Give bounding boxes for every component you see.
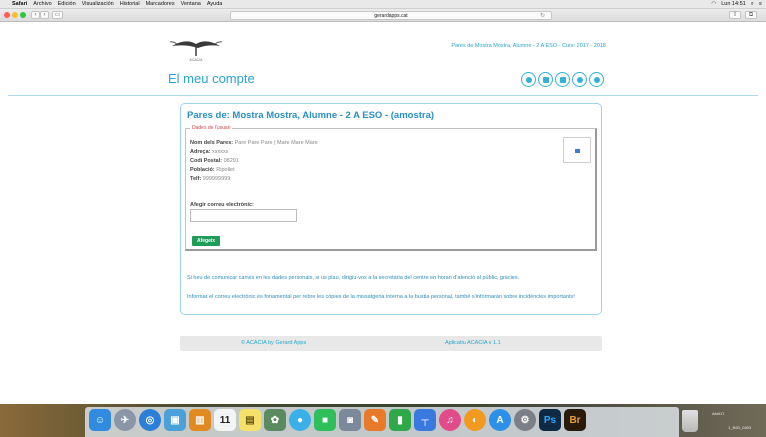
mail-icon[interactable] (538, 72, 553, 87)
keynote-icon[interactable]: ┬ (414, 409, 436, 431)
field-address: Adreça: xxxxxx (190, 149, 229, 155)
photo-placeholder-icon (575, 149, 580, 153)
preview-icon[interactable]: ▣ (164, 409, 186, 431)
header-nav-icons (521, 72, 604, 87)
calendar-icon[interactable]: 11 (214, 409, 236, 431)
dock-apps: ☺ ✈ ◎ ▣ ▥ 11 ▤ ✿ ● ■ ◙ ✎ ▮ ┬ ♫ ◐ A ⚙ Ps Br (89, 409, 586, 431)
finder-icon[interactable]: ☺ (89, 409, 111, 431)
pages-icon[interactable]: ✎ (364, 409, 386, 431)
user-photo (563, 137, 591, 163)
reload-icon[interactable]: ↻ (540, 12, 545, 20)
menu-item-ayuda[interactable]: Ayuda (207, 0, 223, 9)
email-input[interactable] (190, 209, 297, 222)
field-phone: Telf: 999999999 (190, 176, 231, 182)
user-course-info: Pares de Mostra Mostra, Alumne - 2 A ESO… (451, 43, 606, 49)
sidebar-icon[interactable]: ▭ (52, 11, 63, 19)
user-data-fieldset: Dades de l'usuari Nom dels Pares: Pare P… (185, 125, 597, 251)
clock[interactable]: Lun 14:51 (721, 0, 745, 9)
header-divider (8, 95, 758, 96)
back-button[interactable]: ‹ (31, 11, 40, 19)
notice-personal-data: Si heu de comunicar canvis en les dades … (187, 275, 520, 281)
menu-item-marcadores[interactable]: Marcadores (146, 0, 175, 9)
trash-icon[interactable] (682, 410, 698, 432)
books-icon[interactable]: ▥ (189, 409, 211, 431)
card-title: Pares de: Mostra Mostra, Alumne - 2 A ES… (187, 110, 435, 121)
add-email-button[interactable]: Afegeix (192, 236, 220, 246)
desktop-file-label: 1_IMG_0403 (728, 425, 752, 430)
system-preferences-icon[interactable]: ⚙ (514, 409, 536, 431)
menu-item-safari[interactable]: Safari (12, 0, 27, 9)
facetime-icon[interactable]: ■ (314, 409, 336, 431)
numbers-icon[interactable]: ▮ (389, 409, 411, 431)
bridge-icon[interactable]: Br (564, 409, 586, 431)
desktop-item[interactable]: Abril17 1_IMG_0403 (712, 411, 762, 430)
desktop-folder-label: Abril17 (712, 411, 725, 416)
zoom-window-button[interactable] (20, 12, 26, 18)
footer-app-version[interactable]: Aplicatiu ACACIA v 1.1 (445, 340, 501, 346)
address-bar[interactable]: gerardapps.cat ↻ (230, 11, 552, 20)
home-icon[interactable] (521, 72, 536, 87)
fieldset-legend: Dades de l'usuari (190, 125, 233, 131)
footer-copyright[interactable]: © ACACIA by Gerard Apps (241, 340, 306, 346)
app-store-icon[interactable]: A (489, 409, 511, 431)
logout-icon[interactable] (589, 72, 604, 87)
safari-icon[interactable]: ◎ (139, 409, 161, 431)
launchpad-icon[interactable]: ✈ (114, 409, 136, 431)
photoshop-icon[interactable]: Ps (539, 409, 561, 431)
calendar-icon[interactable] (555, 72, 570, 87)
logo-text: ACACIA (189, 58, 203, 62)
field-parents: Nom dels Pares: Pare Pare Pare | Mare Ma… (190, 140, 318, 146)
notice-email-importance: Informar el correu electrònic és fonamen… (187, 294, 575, 300)
field-town: Població: Ripollet (190, 167, 235, 173)
itunes-icon[interactable]: ♫ (439, 409, 461, 431)
notes-icon[interactable]: ▤ (239, 409, 261, 431)
menu-extras: ◠ Lun 14:51 ⌕ ≡ (711, 0, 762, 9)
ibooks-icon[interactable]: ◐ (464, 409, 486, 431)
url-text: gerardapps.cat (374, 13, 408, 19)
tabs-overview-icon[interactable]: ⧉ (745, 11, 757, 19)
menu-item-archivo[interactable]: Archivo (33, 0, 51, 9)
macos-menu-bar: Safari Archivo Edición Visualización His… (0, 0, 766, 9)
forward-button[interactable]: › (40, 11, 49, 19)
field-postal-code: Codi Postal: 08291 (190, 158, 239, 164)
spotlight-icon[interactable]: ⌕ (751, 0, 754, 9)
user-icon[interactable] (572, 72, 587, 87)
messages-icon[interactable]: ● (289, 409, 311, 431)
page-title: El meu compte (168, 71, 255, 86)
user-data-card: Pares de: Mostra Mostra, Alumne - 2 A ES… (180, 103, 602, 315)
acacia-logo: ACACIA (169, 41, 223, 62)
safari-toolbar: ‹ › ▭ gerardapps.cat ↻ ⇧ ⧉ (0, 9, 766, 22)
menu-item-ventana[interactable]: Ventana (181, 0, 201, 9)
photos-app-icon[interactable]: ✿ (264, 409, 286, 431)
image-capture-icon[interactable]: ◙ (339, 409, 361, 431)
menu-item-visualizacion[interactable]: Visualización (82, 0, 114, 9)
menu-item-edicion[interactable]: Edición (58, 0, 76, 9)
page-footer: © ACACIA by Gerard Apps Aplicatiu ACACIA… (180, 336, 602, 351)
add-email-label: Afegir correu electrònic: (190, 202, 254, 208)
share-icon[interactable]: ⇧ (729, 11, 741, 19)
menu-item-historial[interactable]: Historial (120, 0, 140, 9)
wifi-icon[interactable]: ◠ (711, 0, 716, 9)
notification-center-icon[interactable]: ≡ (759, 0, 762, 9)
close-window-button[interactable] (4, 12, 10, 18)
minimize-window-button[interactable] (12, 12, 18, 18)
